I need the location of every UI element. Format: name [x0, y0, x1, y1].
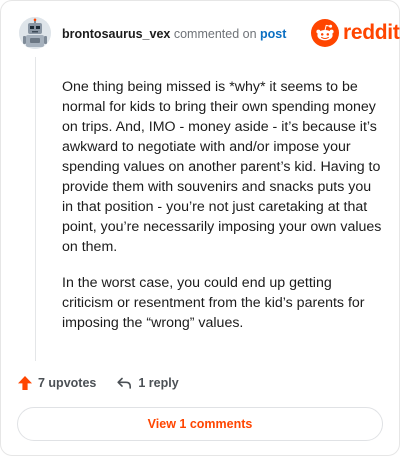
comment-paragraph: In the worst case, you could end up gett… [62, 275, 365, 331]
comment-card: brontosaurus_vex commented on post reddi… [0, 0, 400, 456]
reply-count: 1 reply [138, 376, 179, 390]
username-link[interactable]: brontosaurus_vex [62, 27, 170, 41]
thread-line [35, 57, 36, 361]
comment-meta: brontosaurus_vex commented on post [62, 27, 286, 41]
robot-avatar-icon [19, 17, 51, 49]
upvote-arrow-icon[interactable] [17, 375, 33, 391]
commented-on-text: commented on [173, 27, 257, 41]
post-link[interactable]: post [260, 27, 286, 41]
reply-arrow-icon [117, 377, 132, 389]
comment-body: One thing being missed is *why* it seems… [62, 77, 384, 333]
reply-button[interactable]: 1 reply [116, 375, 179, 391]
comment-paragraph: One thing being missed is *why* it seems… [62, 79, 382, 255]
comment-header: brontosaurus_vex commented on post reddi… [1, 1, 400, 65]
avatar[interactable] [19, 17, 51, 49]
reddit-wordmark: reddit [343, 21, 400, 44]
view-comments-button[interactable]: View 1 comments [17, 407, 383, 441]
upvote-count: 7 upvotes [38, 376, 97, 390]
reddit-alien-icon [311, 19, 339, 47]
comment-actions: 7 upvotes 1 reply [17, 373, 179, 393]
reddit-logo[interactable]: reddit [311, 19, 400, 47]
